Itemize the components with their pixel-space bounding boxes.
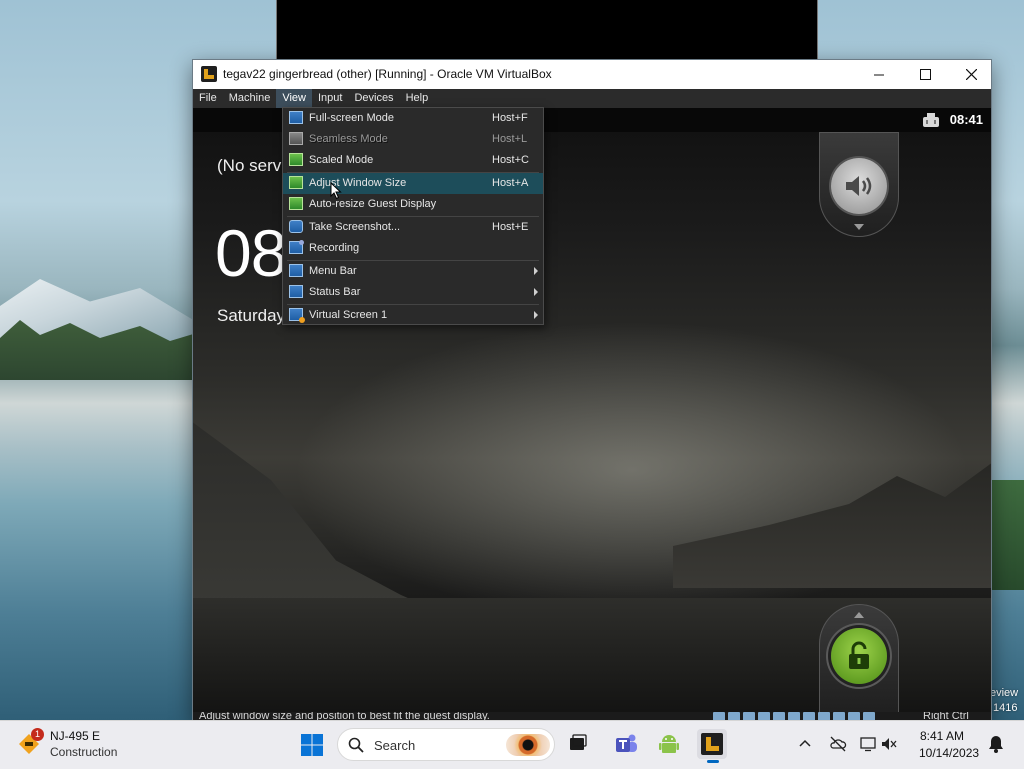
- menu-item-shortcut: Host+A: [492, 177, 529, 189]
- menu-devices[interactable]: Devices: [348, 89, 399, 108]
- virtual-screen-icon: [289, 308, 305, 323]
- search-placeholder: Search: [374, 738, 416, 753]
- volume-muted-icon[interactable]: [880, 735, 898, 753]
- active-app-indicator: [707, 760, 719, 763]
- virtualbox-app-icon: [201, 66, 217, 82]
- guest-lockscreen-date: Saturday: [217, 306, 286, 325]
- background-window[interactable]: [276, 0, 818, 60]
- menu-item-label: Seamless Mode: [309, 133, 388, 145]
- menu-item-label: Virtual Screen 1: [309, 309, 388, 321]
- widget-title: NJ-495 E: [50, 729, 101, 743]
- wallpaper-forest-right: [990, 480, 1024, 590]
- guest-wallpaper-hills-right: [673, 462, 991, 588]
- chevron-up-icon[interactable]: [798, 737, 812, 751]
- menu-help[interactable]: Help: [400, 89, 435, 108]
- guest-lockscreen-time: 08: [215, 216, 287, 290]
- close-icon: [965, 69, 977, 80]
- menu-item-label: Menu Bar: [309, 265, 357, 277]
- widget-subtitle: Construction: [50, 745, 118, 759]
- guest-clock: 08:41: [949, 112, 983, 127]
- display-tray-icon[interactable]: [860, 735, 878, 753]
- menu-item-adjust-window-size[interactable]: Adjust Window Size Host+A: [283, 173, 543, 194]
- menu-item-scaled-mode[interactable]: Scaled Mode Host+C: [283, 150, 543, 171]
- camera-icon: [289, 220, 303, 233]
- menu-item-status-bar[interactable]: Status Bar: [283, 282, 543, 303]
- virtualbox-taskbar-button[interactable]: [697, 729, 727, 763]
- menu-machine[interactable]: Machine: [223, 89, 277, 108]
- menu-item-menu-bar[interactable]: Menu Bar: [283, 261, 543, 282]
- menu-item-seamless-mode: Seamless Mode Host+L: [283, 129, 543, 150]
- android-usb-icon: [923, 113, 939, 127]
- adjust-window-icon: [289, 176, 303, 189]
- menu-item-shortcut: Host+C: [492, 154, 529, 166]
- window-title: tegav22 gingerbread (other) [Running] - …: [223, 67, 552, 81]
- menu-bar: File Machine View Input Devices Help: [193, 89, 991, 108]
- maximize-icon: [919, 69, 931, 80]
- speaker-icon: [846, 176, 872, 196]
- android-app-button[interactable]: [654, 729, 684, 759]
- menu-item-shortcut: Host+F: [492, 112, 528, 124]
- menu-item-recording[interactable]: Recording: [283, 238, 543, 259]
- edge-text-line1: eview: [990, 687, 1019, 699]
- search-icon: [348, 737, 364, 753]
- onedrive-offline-icon[interactable]: [829, 735, 847, 753]
- submenu-arrow-icon: [534, 311, 538, 319]
- taskbar-time: 8:41 AM: [920, 729, 965, 743]
- menu-item-label: Adjust Window Size: [309, 177, 407, 189]
- taskbar: 1 NJ-495 E Construction Search 8:41 AM 1…: [0, 720, 1024, 769]
- guest-sound-toggle[interactable]: [831, 158, 887, 214]
- submenu-arrow-icon: [534, 267, 538, 275]
- virtualbox-icon: [701, 733, 723, 755]
- close-button[interactable]: [948, 60, 994, 89]
- menu-item-label: Scaled Mode: [309, 154, 374, 166]
- taskbar-date: 10/14/2023: [919, 746, 980, 760]
- menu-item-auto-resize-guest-display[interactable]: Auto-resize Guest Display: [283, 194, 543, 215]
- fullscreen-icon: [289, 111, 303, 124]
- taskbar-search-box[interactable]: Search: [337, 728, 555, 761]
- checkbox-checked-icon: [289, 197, 303, 210]
- title-bar[interactable]: tegav22 gingerbread (other) [Running] - …: [193, 60, 991, 89]
- menu-item-label: Recording: [309, 242, 360, 254]
- guest-unlock-button[interactable]: [831, 628, 887, 684]
- maximize-button[interactable]: [902, 60, 948, 89]
- guest-wallpaper-hills-left: [193, 422, 453, 618]
- windows-start-icon[interactable]: [300, 733, 324, 757]
- view-menu-dropdown: Full-screen Mode Host+F Seamless Mode Ho…: [282, 107, 544, 325]
- desktop-edge-text: eview .1416: [990, 686, 1018, 716]
- scaled-mode-icon: [289, 153, 303, 166]
- submenu-arrow-icon: [534, 288, 538, 296]
- android-icon: [659, 735, 679, 753]
- menu-item-take-screenshot[interactable]: Take Screenshot... Host+E: [283, 217, 543, 238]
- chevron-up-icon: [854, 612, 864, 618]
- task-view-icon: [570, 734, 587, 750]
- menu-item-label: Auto-resize Guest Display: [309, 198, 437, 210]
- menu-bar-icon: [289, 264, 303, 277]
- recording-icon: [289, 240, 304, 254]
- status-bar-icon: [289, 285, 303, 298]
- menu-file[interactable]: File: [193, 89, 223, 108]
- menu-view[interactable]: View: [276, 89, 312, 108]
- menu-input[interactable]: Input: [312, 89, 348, 108]
- minimize-button[interactable]: [856, 60, 902, 89]
- mouse-pointer-icon: [330, 182, 342, 200]
- teams-icon: [616, 734, 637, 752]
- menu-item-shortcut: Host+L: [492, 133, 528, 145]
- notification-badge: 1: [31, 728, 44, 741]
- teams-app-button[interactable]: [611, 729, 641, 759]
- menu-item-virtual-screen-1[interactable]: Virtual Screen 1: [283, 305, 543, 326]
- edge-text-line2: .1416: [990, 702, 1018, 714]
- search-highlight-image: [506, 734, 550, 756]
- menu-item-fullscreen-mode[interactable]: Full-screen Mode Host+F: [283, 108, 543, 129]
- seamless-icon: [289, 132, 303, 145]
- menu-item-shortcut: Host+E: [492, 221, 529, 233]
- menu-item-label: Full-screen Mode: [309, 112, 394, 124]
- chevron-down-icon: [854, 224, 864, 230]
- notification-bell-icon[interactable]: [988, 735, 1004, 753]
- minimize-icon: [874, 74, 884, 75]
- task-view-button[interactable]: [563, 729, 593, 759]
- guest-no-service-text: (No serv: [217, 156, 282, 175]
- menu-item-label: Take Screenshot...: [309, 221, 401, 233]
- unlock-icon: [849, 641, 869, 669]
- menu-item-label: Status Bar: [309, 286, 361, 298]
